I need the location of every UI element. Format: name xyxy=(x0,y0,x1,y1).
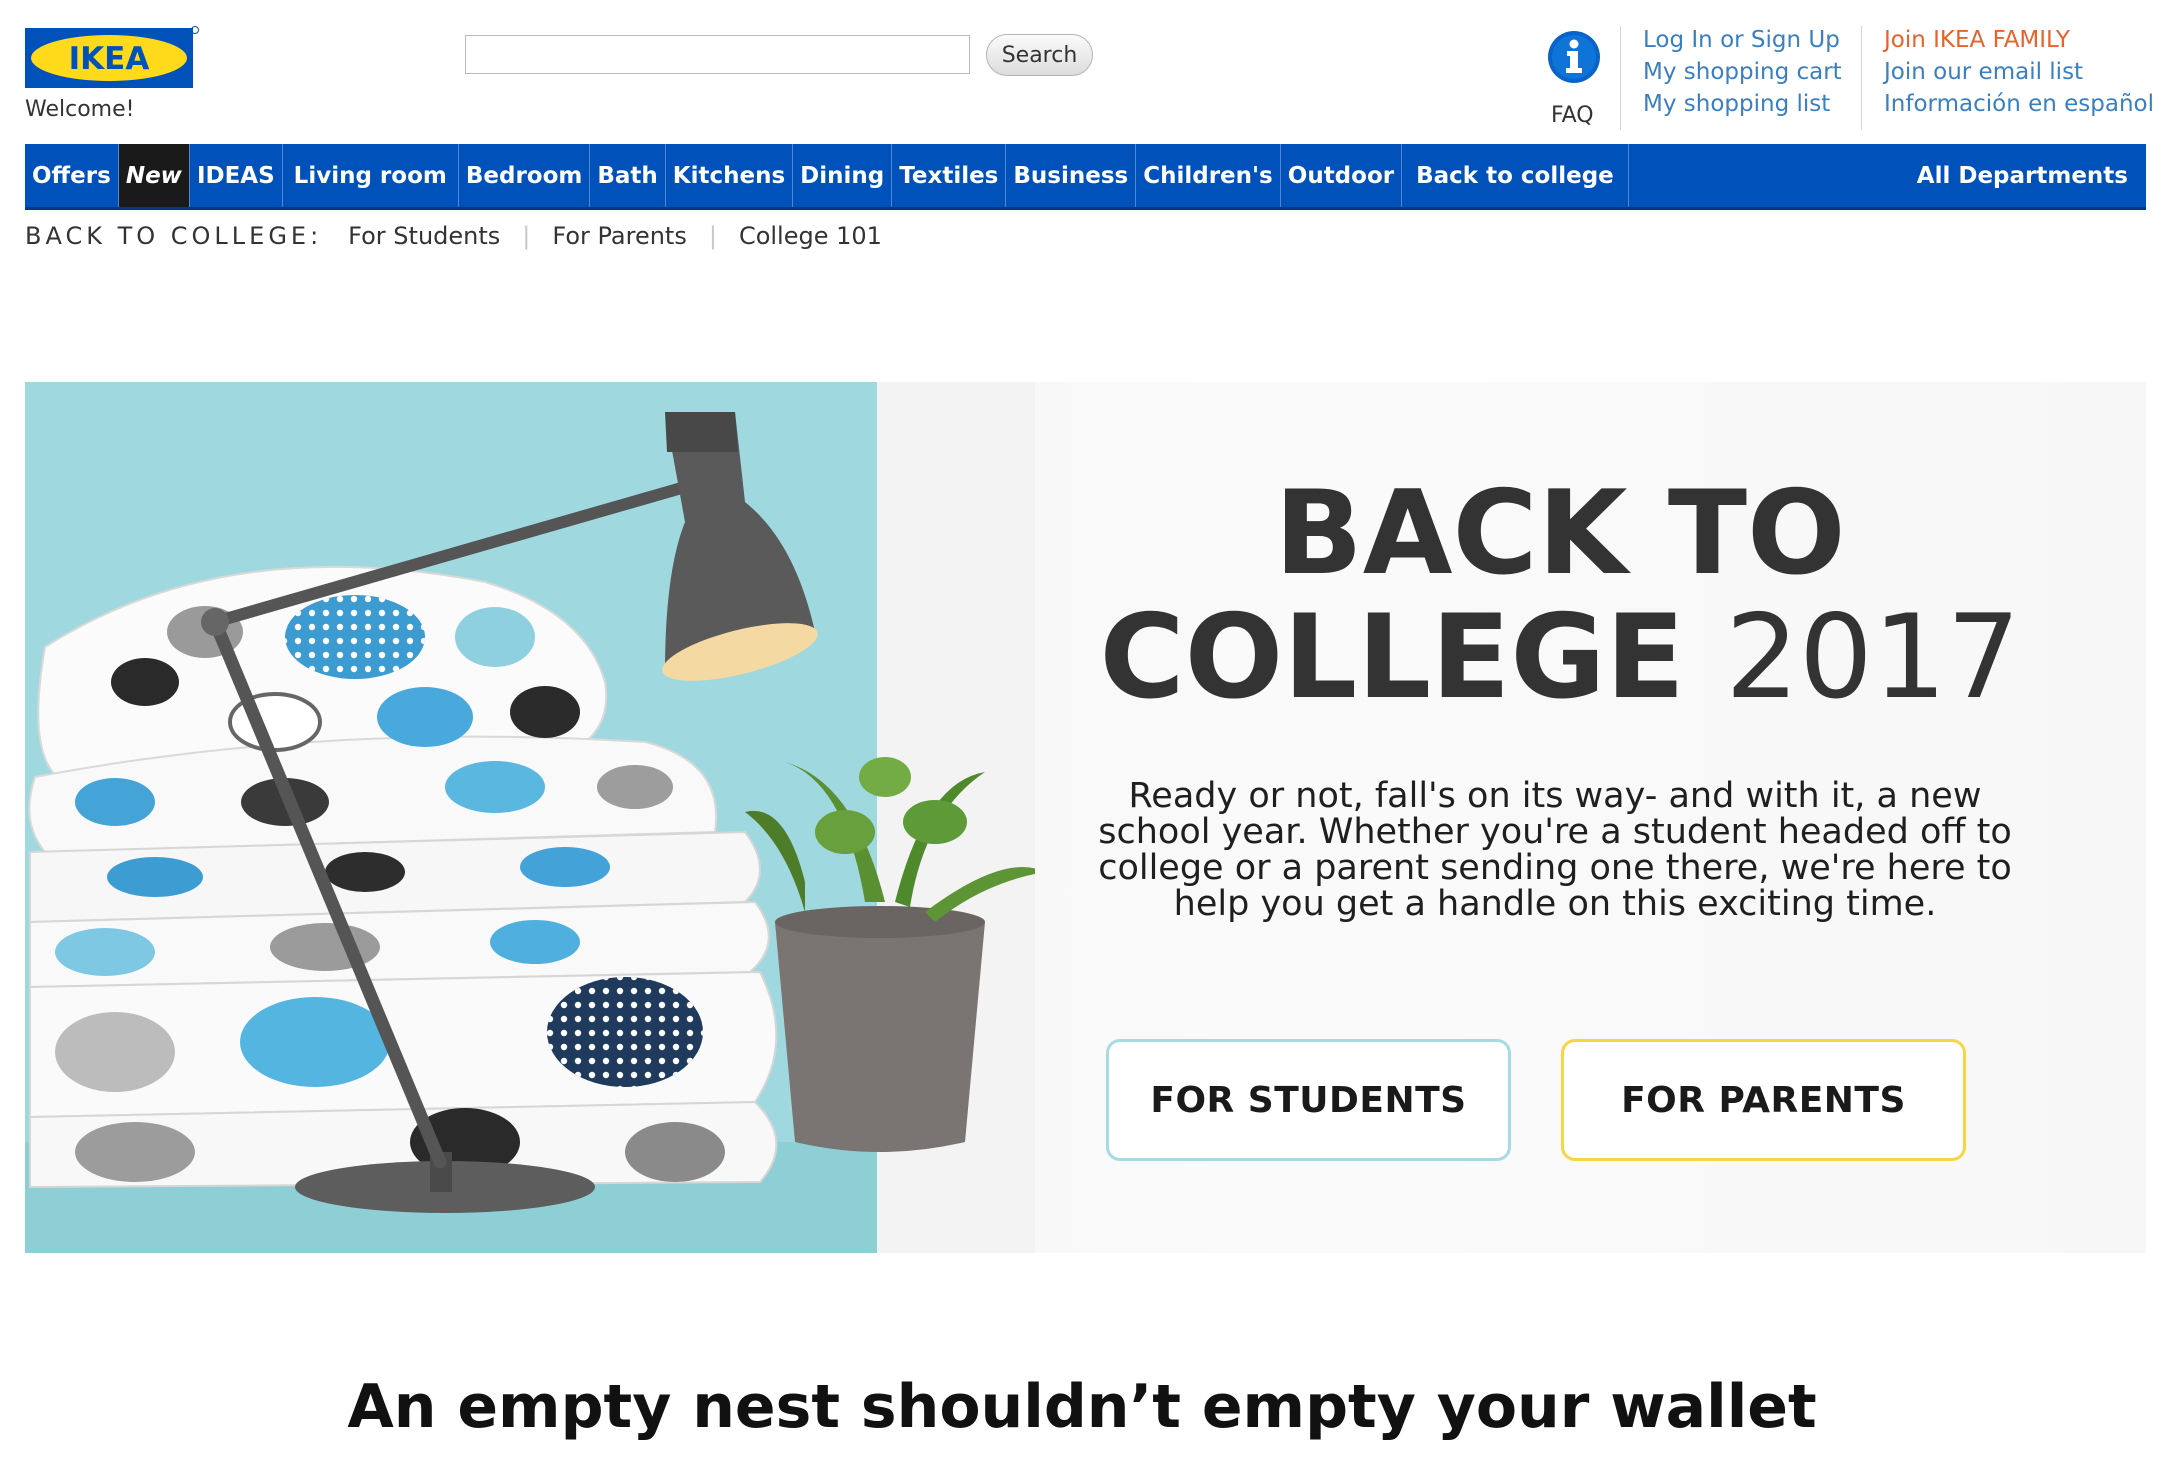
breadcrumb-separator: | xyxy=(708,222,717,250)
login-signup-link[interactable]: Log In or Sign Up xyxy=(1643,28,1842,53)
breadcrumb-title: BACK TO COLLEGE: xyxy=(25,222,323,250)
header-divider xyxy=(1620,26,1621,130)
hero-title-line-2: COLLEGE 2017 xyxy=(1050,596,2070,720)
nav-textiles[interactable]: Textiles xyxy=(892,144,1007,207)
header-divider xyxy=(1861,26,1862,130)
nav-childrens[interactable]: Children's xyxy=(1136,144,1281,207)
nav-living-room[interactable]: Living room xyxy=(283,144,459,207)
logo-wordmark: IKEA xyxy=(69,41,150,77)
hero-description: Ready or not, fall's on its way- and wit… xyxy=(1098,776,2012,924)
nav-dining[interactable]: Dining xyxy=(793,144,893,207)
breadcrumb-college-101[interactable]: College 101 xyxy=(739,222,882,250)
nav-back-to-college[interactable]: Back to college xyxy=(1402,144,1629,207)
nav-all-departments[interactable]: All Departments xyxy=(1899,144,2146,207)
account-links: Log In or Sign Up My shopping cart My sh… xyxy=(1643,28,1842,117)
nav-offers[interactable]: Offers xyxy=(25,144,119,207)
for-students-button[interactable]: FOR STUDENTS xyxy=(1106,1039,1511,1161)
hero-title-line-1: BACK TO xyxy=(1274,466,1846,601)
search-button[interactable]: Search xyxy=(986,34,1093,76)
nav-kitchens[interactable]: Kitchens xyxy=(666,144,794,207)
join-ikea-family-link[interactable]: Join IKEA FAMILY xyxy=(1884,28,2154,53)
info-icon[interactable] xyxy=(1547,30,1601,84)
hero-image xyxy=(25,382,1035,1253)
nav-bath[interactable]: Bath xyxy=(590,144,666,207)
nav-business[interactable]: Business xyxy=(1006,144,1137,207)
breadcrumb: BACK TO COLLEGE: For Students | For Pare… xyxy=(25,222,882,250)
nav-outdoor[interactable]: Outdoor xyxy=(1281,144,1403,207)
nav-new[interactable]: New xyxy=(118,144,190,207)
for-parents-button[interactable]: FOR PARENTS xyxy=(1561,1039,1966,1161)
hero-title: BACK TO COLLEGE 2017 xyxy=(1050,472,2070,720)
family-links: Join IKEA FAMILY Join our email list Inf… xyxy=(1884,28,2154,117)
breadcrumb-for-parents[interactable]: For Parents xyxy=(552,222,686,250)
spanish-info-link[interactable]: Información en español xyxy=(1884,92,2154,117)
ikea-logo[interactable]: IKEA xyxy=(25,26,199,88)
hero-title-college: COLLEGE xyxy=(1099,590,1685,725)
main-nav: Offers New IDEAS Living room Bedroom Bat… xyxy=(25,144,2146,210)
hero-banner: BACK TO COLLEGE 2017 Ready or not, fall'… xyxy=(25,382,2146,1253)
search-input[interactable] xyxy=(465,35,970,74)
email-list-link[interactable]: Join our email list xyxy=(1884,60,2154,85)
shopping-list-link[interactable]: My shopping list xyxy=(1643,92,1842,117)
nav-bedroom[interactable]: Bedroom xyxy=(459,144,591,207)
shopping-cart-link[interactable]: My shopping cart xyxy=(1643,60,1842,85)
hero-title-year: 2017 xyxy=(1725,590,2021,725)
welcome-text: Welcome! xyxy=(25,97,135,122)
breadcrumb-separator: | xyxy=(522,222,531,250)
faq-link[interactable]: FAQ xyxy=(1551,103,1594,128)
breadcrumb-for-students[interactable]: For Students xyxy=(348,222,500,250)
nav-ideas[interactable]: IDEAS xyxy=(190,144,283,207)
section-heading: An empty nest shouldn’t empty your walle… xyxy=(347,1372,1817,1442)
